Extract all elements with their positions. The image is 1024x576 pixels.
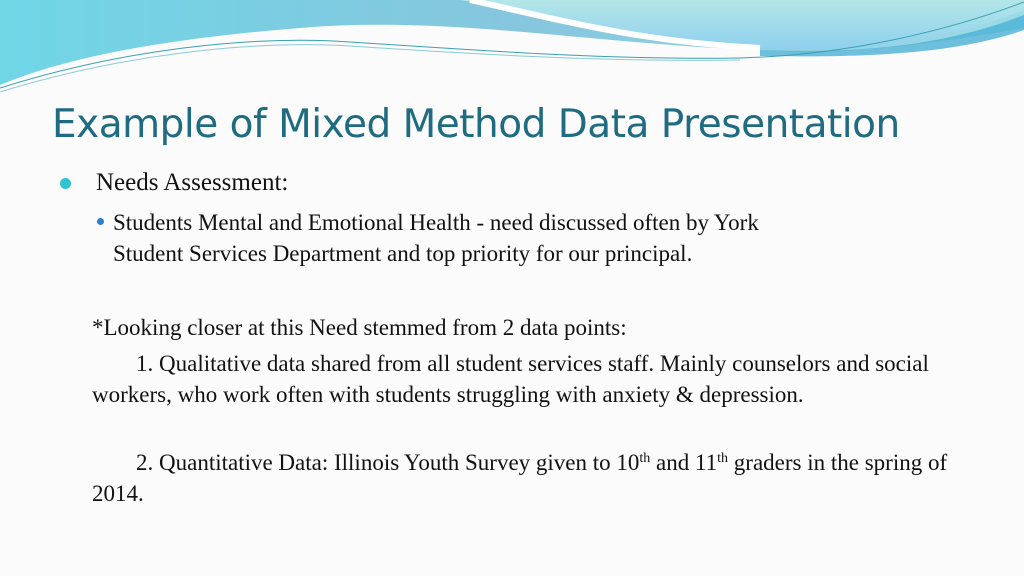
point2-text-b: and 11: [650, 450, 718, 475]
point2-text-a: 2. Quantitative Data: Illinois Youth Sur…: [136, 450, 640, 475]
data-point-quantitative: 2. Quantitative Data: Illinois Youth Sur…: [92, 447, 972, 509]
bullet-text: Needs Assessment:: [96, 169, 289, 196]
note-intro: *Looking closer at this Need stemmed fro…: [92, 315, 627, 340]
slide-title: Example of Mixed Method Data Presentatio…: [52, 102, 900, 147]
sub-bullet-line2: Student Services Department and top prio…: [113, 241, 693, 266]
bullet-dot-icon: [60, 178, 71, 189]
sub-bullet-line1: Students Mental and Emotional Health - n…: [113, 210, 759, 235]
decorative-wave-banner: [0, 0, 1024, 93]
sub-bullet-text: Students Mental and Emotional Health - n…: [113, 207, 933, 269]
sub-bullet-dot-icon: [97, 218, 104, 225]
superscript-th: th: [639, 451, 651, 466]
data-point-qualitative: 1. Qualitative data shared from all stud…: [92, 351, 929, 407]
superscript-th: th: [717, 451, 729, 466]
